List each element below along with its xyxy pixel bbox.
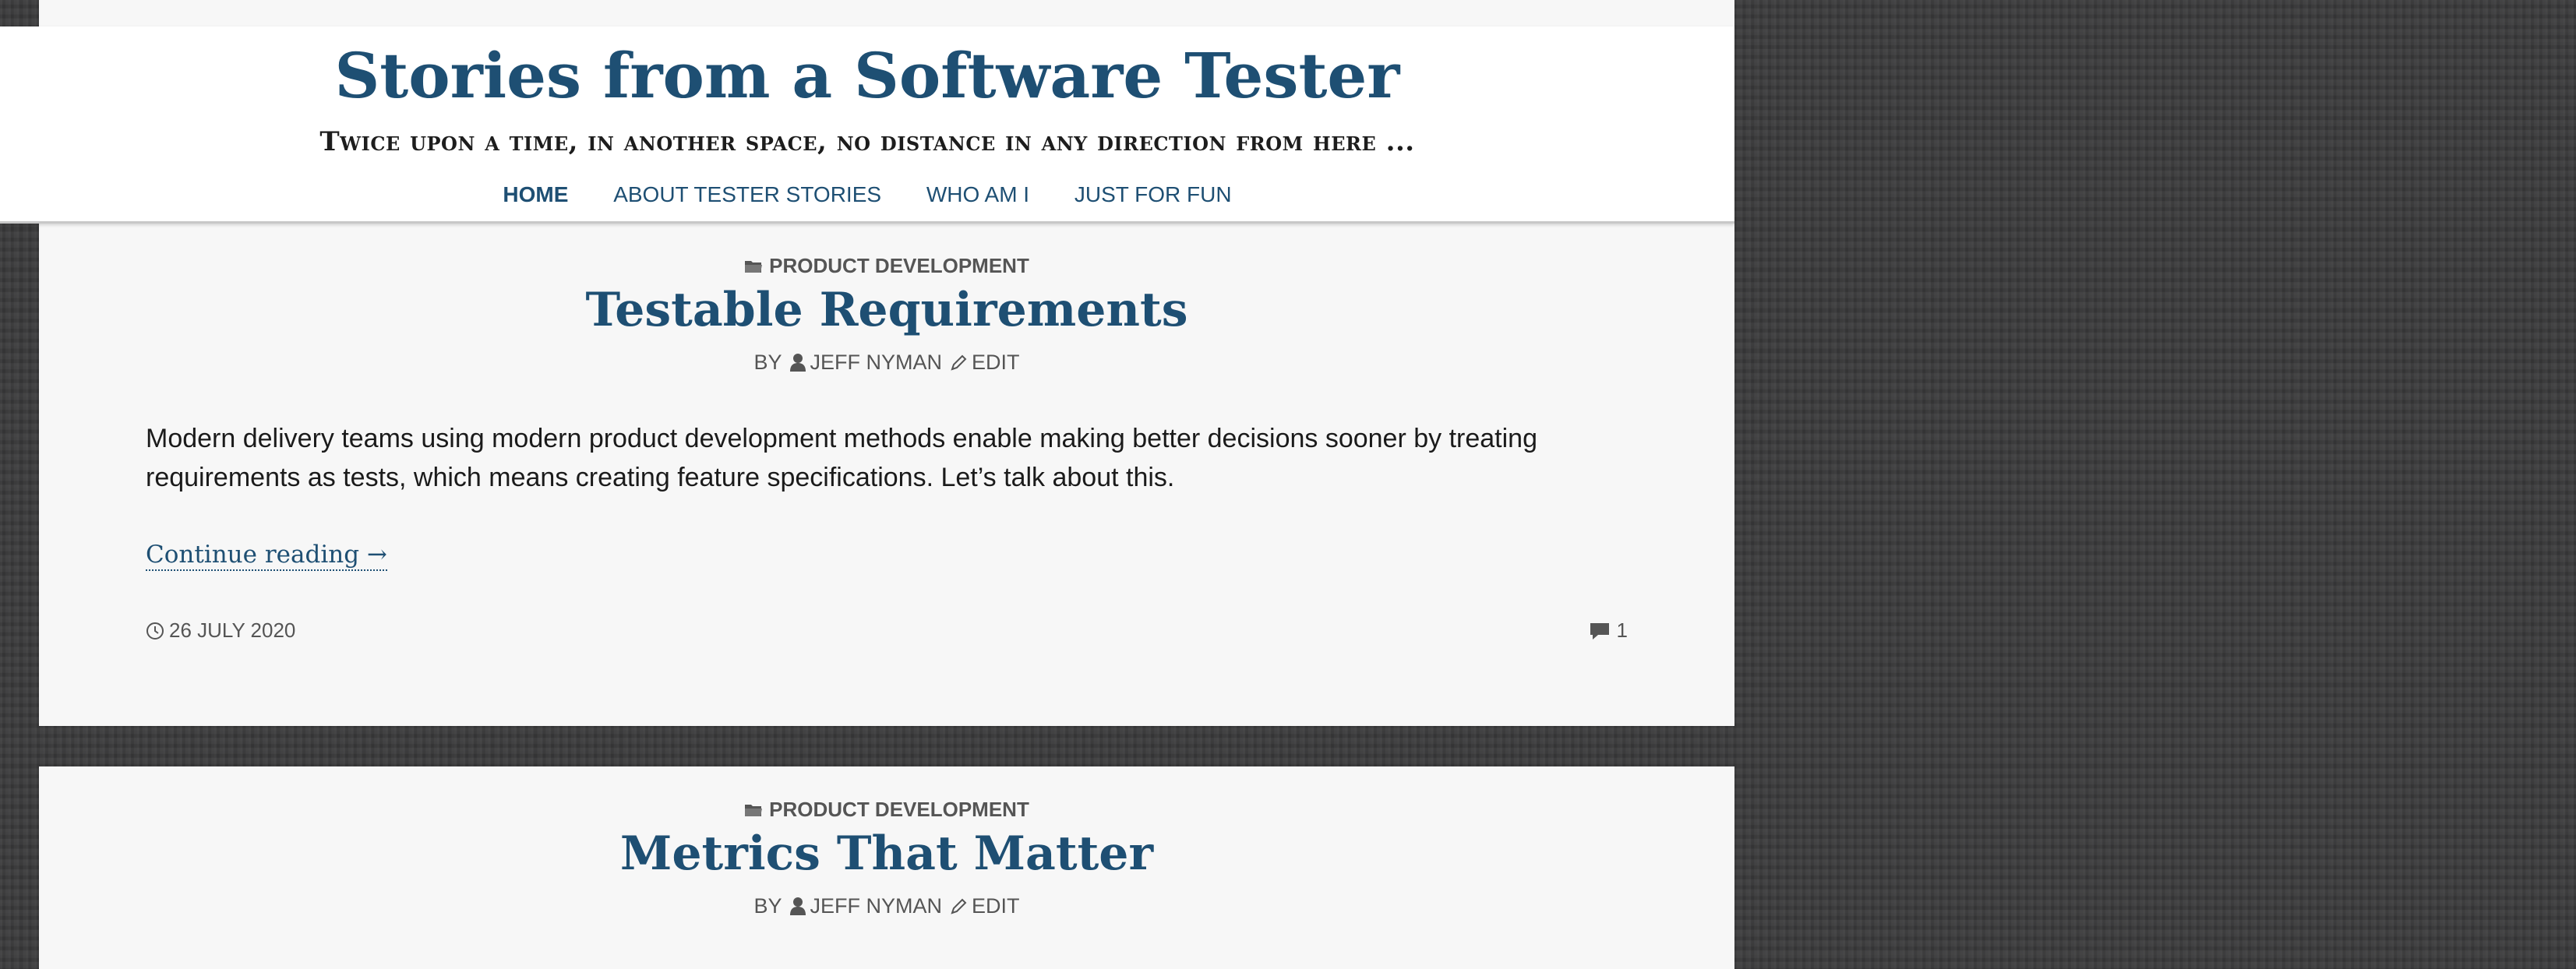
- site-title[interactable]: Stories from a Software Tester: [0, 33, 1734, 118]
- post-meta: BY JEFF NYMAN EDIT: [39, 351, 1734, 375]
- by-label: BY: [753, 894, 782, 918]
- post-title[interactable]: Metrics That Matter: [39, 823, 1734, 885]
- post-card: PRODUCT DEVELOPMENT Testable Requirement…: [39, 223, 1734, 726]
- post-meta: BY JEFF NYMAN EDIT: [39, 894, 1734, 918]
- post-category-label: PRODUCT DEVELOPMENT: [769, 798, 1029, 821]
- pencil-icon: [951, 898, 967, 914]
- author-link[interactable]: JEFF NYMAN: [810, 351, 943, 374]
- post-date-label: 26 JULY 2020: [169, 618, 296, 642]
- post-category-label: PRODUCT DEVELOPMENT: [769, 254, 1029, 277]
- post-card: PRODUCT DEVELOPMENT Metrics That Matter …: [39, 766, 1734, 969]
- clock-icon: [146, 622, 164, 640]
- pencil-icon: [951, 354, 967, 371]
- main-nav: HOME ABOUT TESTER STORIES WHO AM I JUST …: [0, 182, 1734, 207]
- nav-item-just-for-fun[interactable]: JUST FOR FUN: [1075, 182, 1232, 206]
- comment-icon: [1590, 623, 1609, 640]
- nav-item-who-am-i[interactable]: WHO AM I: [926, 182, 1029, 206]
- comments-link[interactable]: 1: [1589, 618, 1628, 643]
- post-title[interactable]: Testable Requirements: [39, 279, 1734, 341]
- site-header: Stories from a Software Tester Twice upo…: [0, 26, 1734, 224]
- folder-icon: [745, 261, 763, 273]
- nav-item-home[interactable]: HOME: [503, 182, 568, 206]
- user-icon: [789, 897, 806, 915]
- nav-item-about-tester-stories[interactable]: ABOUT TESTER STORIES: [613, 182, 881, 206]
- edit-link[interactable]: EDIT: [972, 894, 1020, 918]
- by-label: BY: [753, 351, 782, 374]
- post-category[interactable]: PRODUCT DEVELOPMENT: [39, 254, 1734, 278]
- user-icon: [789, 354, 806, 372]
- post-excerpt: Modern delivery teams using modern produ…: [146, 424, 1537, 492]
- edit-link[interactable]: EDIT: [972, 351, 1020, 374]
- author-link[interactable]: JEFF NYMAN: [810, 894, 943, 918]
- post-category[interactable]: PRODUCT DEVELOPMENT: [39, 798, 1734, 822]
- continue-reading-link[interactable]: Continue reading →: [146, 540, 387, 571]
- site-tagline: Twice upon a time, in another space, no …: [319, 126, 1415, 157]
- folder-icon: [745, 805, 763, 816]
- post-date[interactable]: 26 JULY 2020: [146, 618, 295, 643]
- comment-count: 1: [1616, 618, 1628, 642]
- previous-post-card: [39, 0, 1734, 26]
